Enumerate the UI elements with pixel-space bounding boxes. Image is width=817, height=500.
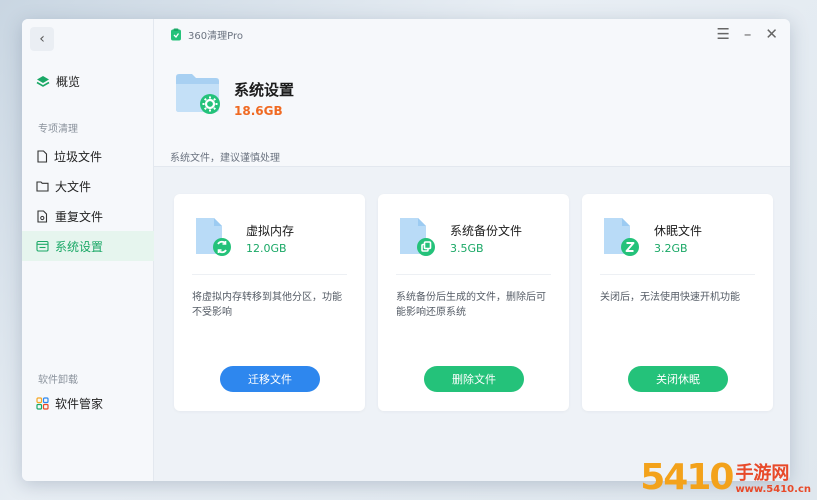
card-size: 12.0GB — [246, 242, 287, 255]
close-icon[interactable]: ✕ — [765, 25, 778, 43]
file-icon — [37, 149, 48, 163]
sidebar-item-system-settings[interactable]: 系统设置 — [22, 231, 154, 261]
card-divider — [600, 274, 755, 275]
card-title: 虚拟内存 — [246, 224, 295, 238]
card-size: 3.5GB — [450, 242, 484, 255]
app-title: 360清理Pro — [188, 30, 243, 42]
card-description: 关闭后，无法使用快速开机功能 — [600, 292, 740, 303]
duplicate-file-icon — [37, 209, 48, 223]
card-description: 系统备份后生成的文件，删除后可能影响还原系统 — [396, 292, 546, 318]
title-bar: 360清理Pro — [154, 19, 790, 49]
sidebar-item-label: 系统设置 — [55, 239, 104, 254]
page-title: 系统设置 — [234, 81, 295, 99]
category-header: 系统设置 18.6GB 系统文件，建议谨慎处理 — [154, 49, 790, 167]
window-settings-icon — [36, 240, 49, 252]
watermark-text: 手游网 — [735, 463, 790, 484]
sidebar-item-duplicate-files[interactable]: 重复文件 — [22, 201, 154, 231]
folder-icon — [36, 181, 49, 192]
card-hibernation: 休眠文件 3.2GB 关闭后，无法使用快速开机功能 关闭休眠 — [582, 194, 773, 411]
section-label-uninstall: 软件卸载 — [38, 375, 78, 386]
watermark-number: 5410 — [640, 457, 734, 498]
disable-hibernation-button[interactable]: 关闭休眠 — [628, 366, 728, 392]
main-panel: 360清理Pro ☰ – ✕ 系统设置 18.6GB 系统文件，建议谨慎处理 虚… — [154, 19, 790, 481]
minimize-icon[interactable]: – — [744, 25, 752, 43]
apps-grid-icon — [36, 397, 49, 410]
backup-file-icon — [400, 218, 435, 256]
sidebar-nav: 垃圾文件 大文件 重复文件 系统设置 — [22, 141, 154, 261]
card-title: 休眠文件 — [654, 224, 703, 238]
card-system-backup: 系统备份文件 3.5GB 系统备份后生成的文件，删除后可能影响还原系统 删除文件 — [378, 194, 569, 411]
sidebar: ‹ 概览 专项清理 垃圾文件 大文件 重复文件 系统设置 软件卸载 软件管家 — [22, 19, 154, 481]
cards-row: 虚拟内存 12.0GB 将虚拟内存转移到其他分区，功能不受影响 迁移文件 系统备… — [174, 194, 773, 411]
section-label-special: 专项清理 — [38, 124, 78, 135]
sidebar-item-label: 概览 — [56, 75, 81, 89]
card-divider — [192, 274, 347, 275]
migrate-files-button[interactable]: 迁移文件 — [220, 366, 320, 392]
system-folder-icon — [176, 74, 220, 114]
card-size: 3.2GB — [654, 242, 688, 255]
sidebar-item-junk-files[interactable]: 垃圾文件 — [22, 141, 154, 171]
chevron-left-icon: ‹ — [39, 31, 45, 47]
site-watermark: 5410 手游网 www.5410.cn — [640, 460, 811, 496]
sidebar-item-overview[interactable]: 概览 — [36, 73, 80, 90]
sidebar-item-software-manager[interactable]: 软件管家 — [36, 395, 103, 412]
caution-note: 系统文件，建议谨慎处理 — [170, 153, 280, 164]
total-size: 18.6GB — [234, 104, 283, 118]
sidebar-item-label: 大文件 — [55, 179, 92, 194]
virtual-memory-file-icon — [196, 218, 231, 256]
watermark-url: www.5410.cn — [735, 484, 811, 495]
back-button[interactable]: ‹ — [30, 27, 54, 51]
delete-files-button[interactable]: 删除文件 — [424, 366, 524, 392]
app-window: ‹ 概览 专项清理 垃圾文件 大文件 重复文件 系统设置 软件卸载 软件管家 3… — [22, 19, 790, 481]
watermark-text-group: 手游网 www.5410.cn — [735, 464, 811, 496]
sidebar-item-large-files[interactable]: 大文件 — [22, 171, 154, 201]
hibernation-file-icon — [604, 218, 639, 256]
layers-icon — [36, 75, 50, 87]
card-description: 将虚拟内存转移到其他分区，功能不受影响 — [192, 292, 342, 318]
sidebar-item-label: 垃圾文件 — [54, 149, 103, 164]
sidebar-item-label: 软件管家 — [55, 397, 104, 411]
card-divider — [396, 274, 551, 275]
card-title: 系统备份文件 — [450, 224, 523, 238]
menu-icon[interactable]: ☰ — [716, 25, 729, 43]
sidebar-item-label: 重复文件 — [55, 209, 104, 224]
app-logo-icon — [171, 28, 181, 40]
window-controls: ☰ – ✕ — [716, 25, 778, 43]
card-virtual-memory: 虚拟内存 12.0GB 将虚拟内存转移到其他分区，功能不受影响 迁移文件 — [174, 194, 365, 411]
